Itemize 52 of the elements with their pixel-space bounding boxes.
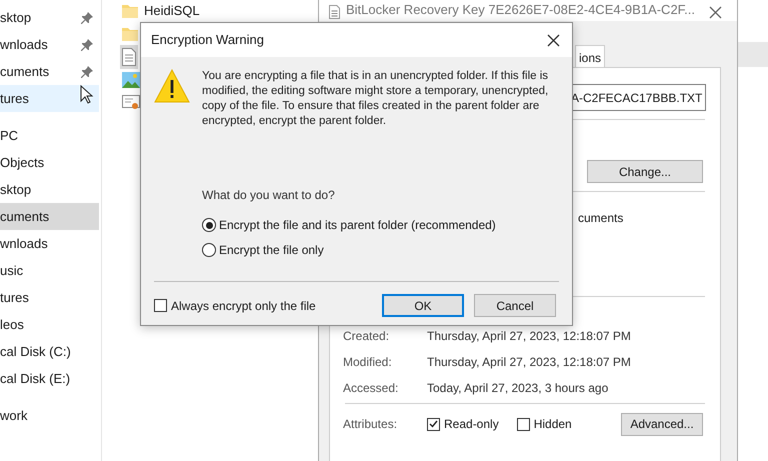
warning-message: You are encrypting a file that is in an unencrypted folder. If this file is modified, the editing software might store a temporary, unencrypted, copy of the file. To ensure that files created in the parent folder are encrypted, encrypt the parent folder.	[202, 69, 550, 129]
location-value: cuments	[578, 211, 624, 225]
nav-item[interactable]: tures	[0, 284, 99, 311]
attribute-label: Hidden	[534, 416, 572, 433]
radio-button[interactable]	[202, 243, 216, 257]
nav-item[interactable]: sktop	[0, 176, 99, 203]
date-label: Accessed:	[343, 380, 400, 397]
attributes-label: Attributes:	[343, 416, 398, 433]
mouse-cursor-icon	[80, 85, 94, 105]
tab[interactable]: ions	[575, 45, 606, 67]
dialog-button[interactable]: Cancel	[474, 294, 556, 317]
dialog-title: Encryption Warning	[151, 31, 264, 50]
checkbox[interactable]	[427, 418, 440, 430]
date-value: Today, April 27, 2023, 3 hours ago	[427, 380, 608, 397]
radio-option[interactable]: Encrypt the file only	[202, 241, 564, 259]
folder-icon	[122, 27, 138, 41]
date-value: Thursday, April 27, 2023, 12:18:07 PM	[427, 354, 631, 371]
question-text: What do you want to do?	[202, 187, 336, 204]
nav-item[interactable]: tures	[0, 85, 99, 112]
file-item[interactable]: HeidiSQL	[120, 0, 202, 23]
checkbox[interactable]	[516, 418, 530, 430]
nav-item[interactable]: cal Disk (C:)	[0, 338, 99, 365]
nav-item[interactable]: Objects	[0, 149, 99, 176]
document-icon	[122, 48, 136, 66]
dialog-button[interactable]: OK	[382, 294, 464, 317]
folder-icon	[122, 4, 138, 18]
nav-item[interactable]: cal Disk (E:)	[0, 365, 99, 392]
nav-item[interactable]: sktop	[0, 4, 99, 31]
nav-item[interactable]: leos	[0, 311, 99, 338]
change-button[interactable]: Change...	[587, 160, 703, 183]
advanced-button[interactable]: Advanced...	[621, 412, 703, 436]
image-icon	[122, 72, 140, 88]
nav-item[interactable]: wnloads	[0, 230, 99, 257]
window-title: BitLocker Recovery Key 7E2626E7-08E2-4CE4-9B1A-C2F...	[346, 0, 696, 19]
nav-item[interactable]: wnloads	[0, 31, 99, 58]
checkbox[interactable]	[154, 299, 167, 312]
close-icon[interactable]	[547, 34, 560, 46]
nav-item[interactable]: usic	[0, 257, 99, 284]
date-value: Thursday, April 27, 2023, 12:18:07 PM	[427, 328, 631, 345]
nav-item[interactable]: work	[0, 402, 99, 429]
nav-item[interactable]: cuments	[0, 58, 99, 85]
close-icon[interactable]	[709, 6, 722, 19]
checkbox-label: Always encrypt only the file	[171, 298, 316, 314]
date-label: Created:	[343, 328, 390, 345]
nav-item[interactable]: PC	[0, 122, 99, 149]
file-item[interactable]	[120, 45, 138, 69]
radio-button[interactable]	[202, 218, 216, 232]
attribute-label: Read-only	[444, 416, 499, 433]
date-label: Modified:	[343, 354, 393, 371]
nav-item[interactable]: cuments	[0, 203, 99, 230]
warning-icon	[154, 69, 190, 103]
radio-option[interactable]: Encrypt the file and its parent folder (recommended)	[202, 216, 564, 234]
